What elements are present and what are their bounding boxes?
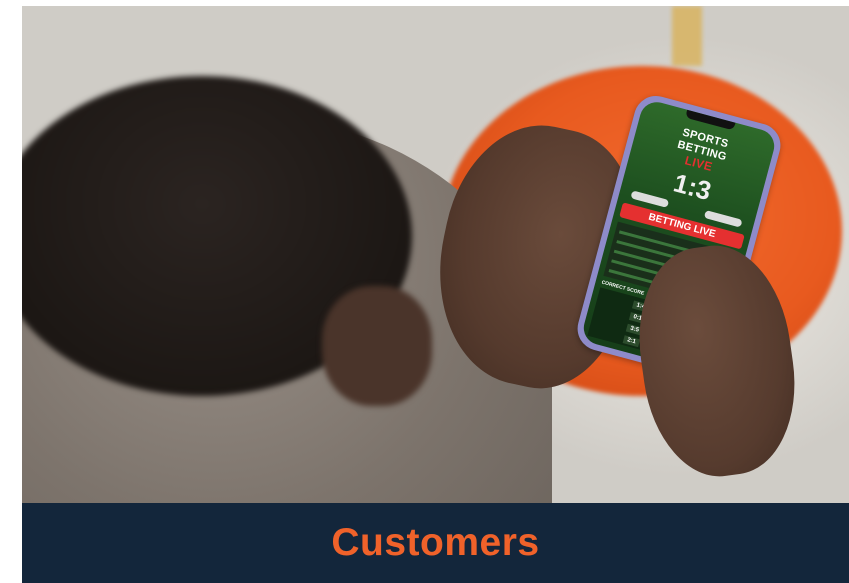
score-cell: 2:1 — [622, 335, 641, 348]
footer-banner: Customers — [22, 503, 849, 583]
footer-title: Customers — [331, 521, 540, 564]
person-neck — [322, 286, 432, 406]
customers-card: SPORTS BETTING LIVE 1:3 BETTING LIVE COR… — [22, 6, 849, 583]
background-object — [672, 6, 702, 66]
hero-photo: SPORTS BETTING LIVE 1:3 BETTING LIVE COR… — [22, 6, 849, 503]
